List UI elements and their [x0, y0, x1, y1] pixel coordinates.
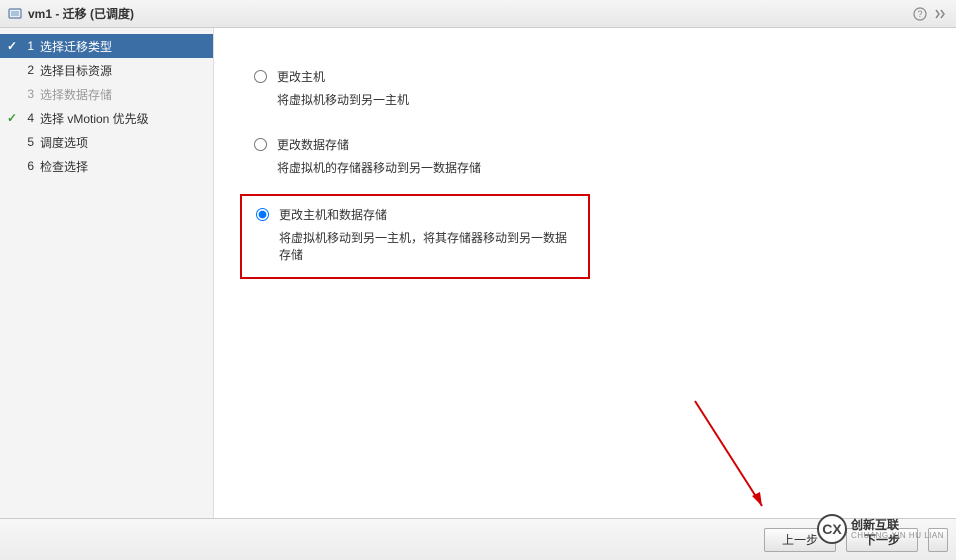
- check-icon: ✓: [4, 39, 20, 53]
- step-4-vmotion-priority[interactable]: ✓ 4 选择 vMotion 优先级: [0, 106, 213, 130]
- step-number: 5: [20, 135, 34, 149]
- wizard-content: 更改主机 将虚拟机移动到另一主机 更改数据存储 将虚拟机的存储器移动到另一数据存…: [214, 28, 956, 518]
- watermark-logo-icon: CX: [817, 514, 847, 544]
- watermark-sub: CHUANG XIN HU LIAN: [851, 531, 944, 540]
- step-1-select-migration-type[interactable]: ✓ 1 选择迁移类型: [0, 34, 213, 58]
- step-number: 2: [20, 63, 34, 77]
- step-5-schedule-options[interactable]: 5 调度选项: [0, 130, 213, 154]
- step-label: 选择 vMotion 优先级: [40, 110, 213, 127]
- radio-change-host-and-datastore[interactable]: [256, 208, 269, 221]
- option-description: 将虚拟机移动到另一主机: [277, 91, 409, 108]
- option-description: 将虚拟机移动到另一主机，将其存储器移动到另一数据存储: [279, 229, 574, 263]
- step-label: 调度选项: [40, 134, 213, 151]
- option-change-datastore[interactable]: 更改数据存储 将虚拟机的存储器移动到另一数据存储: [254, 136, 956, 176]
- step-number: 4: [20, 111, 34, 125]
- step-label: 检查选择: [40, 158, 213, 175]
- help-icon[interactable]: ?: [912, 6, 928, 22]
- radio-change-host[interactable]: [254, 70, 267, 83]
- option-title: 更改主机: [277, 68, 409, 85]
- highlighted-selection: 更改主机和数据存储 将虚拟机移动到另一主机，将其存储器移动到另一数据存储: [240, 194, 590, 279]
- option-title: 更改主机和数据存储: [279, 206, 574, 223]
- step-number: 1: [20, 39, 34, 53]
- svg-text:?: ?: [917, 9, 922, 19]
- wizard-sidebar: ✓ 1 选择迁移类型 2 选择目标资源 3 选择数据存储 ✓ 4 选择 vMot…: [0, 28, 214, 518]
- window-title: vm1 - 迁移 (已调度): [28, 5, 908, 22]
- step-label: 选择迁移类型: [40, 38, 213, 55]
- watermark: CX 创新互联 CHUANG XIN HU LIAN: [817, 514, 944, 544]
- step-3-select-datastore: 3 选择数据存储: [0, 82, 213, 106]
- step-number: 6: [20, 159, 34, 173]
- radio-change-datastore[interactable]: [254, 138, 267, 151]
- option-change-host[interactable]: 更改主机 将虚拟机移动到另一主机: [254, 68, 956, 108]
- watermark-brand: 创新互联: [851, 519, 944, 531]
- step-number: 3: [20, 87, 34, 101]
- option-change-host-and-datastore[interactable]: 更改主机和数据存储 将虚拟机移动到另一主机，将其存储器移动到另一数据存储: [256, 206, 574, 263]
- app-icon: [8, 7, 22, 21]
- expand-icon[interactable]: [932, 6, 948, 22]
- option-description: 将虚拟机的存储器移动到另一数据存储: [277, 159, 481, 176]
- titlebar: vm1 - 迁移 (已调度) ?: [0, 0, 956, 28]
- step-6-review-selection[interactable]: 6 检查选择: [0, 154, 213, 178]
- check-icon: ✓: [4, 111, 20, 125]
- wizard-footer: 上一步 下一步: [0, 518, 956, 560]
- step-label: 选择目标资源: [40, 62, 213, 79]
- step-2-select-target-resource[interactable]: 2 选择目标资源: [0, 58, 213, 82]
- option-title: 更改数据存储: [277, 136, 481, 153]
- step-label: 选择数据存储: [40, 86, 213, 103]
